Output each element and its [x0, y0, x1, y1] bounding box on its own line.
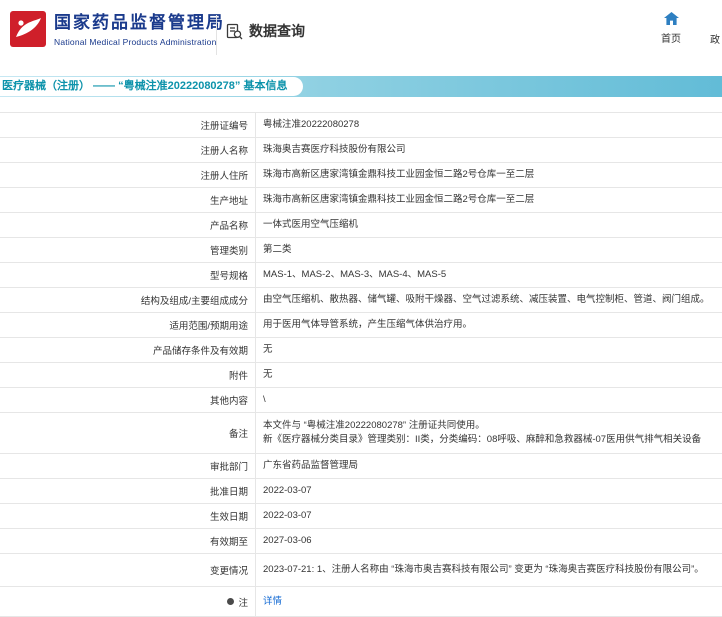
logo[interactable]: 国家药品监督管理局 National Medical Products Admi… [10, 11, 225, 47]
table-row: 注册人名称 珠海奥吉赛医疗科技股份有限公司 [0, 138, 722, 163]
site-title: 国家药品监督管理局 [54, 13, 225, 32]
table-row: 审批部门 广东省药品监督管理局 [0, 454, 722, 479]
row-label: 其他内容 [0, 388, 256, 412]
row-value: 一体式医用空气压缩机 [263, 219, 359, 230]
table-row-remark: 备注 本文件与 “粤械注准20222080278” 注册证共同使用。 新《医疗器… [0, 413, 722, 454]
nav-home-label: 首页 [661, 34, 681, 45]
nav-item-partial[interactable]: 政 [710, 31, 720, 46]
row-value: 第二类 [263, 244, 292, 255]
table-row: 产品储存条件及有效期 无 [0, 338, 722, 363]
row-label: 型号规格 [0, 263, 256, 287]
header-divider [216, 15, 217, 55]
table-row-note: 注 详情 [0, 587, 722, 617]
table-row: 管理类别 第二类 [0, 238, 722, 263]
row-value: 2022-03-07 [263, 485, 312, 496]
row-value: \ [263, 394, 266, 405]
row-label: 附件 [0, 363, 256, 387]
row-value: 2027-03-06 [263, 535, 312, 546]
row-label: 注册人住所 [0, 163, 256, 187]
row-value: 粤械注准20222080278 [263, 119, 360, 130]
table-row: 注册人住所 珠海市高新区唐家湾镇金鼎科技工业园金恒二路2号仓库一至二层 [0, 163, 722, 188]
row-label: 生效日期 [0, 504, 256, 528]
table-row: 批准日期 2022-03-07 [0, 479, 722, 504]
row-value: 2022-03-07 [263, 510, 312, 521]
row-label: 注册证编号 [0, 113, 256, 137]
row-value: 由空气压缩机、散热器、储气罐、吸附干燥器、空气过滤系统、减压装置、电气控制柜、管… [263, 294, 710, 305]
row-label: 有效期至 [0, 529, 256, 553]
row-value: 无 [263, 344, 273, 355]
table-row: 有效期至 2027-03-06 [0, 529, 722, 554]
table-row: 注册证编号 粤械注准20222080278 [0, 113, 722, 138]
row-value: 珠海市高新区唐家湾镇金鼎科技工业园金恒二路2号仓库一至二层 [263, 194, 535, 205]
row-label: 产品名称 [0, 213, 256, 237]
row-label: 注 [0, 587, 256, 616]
site-subtitle: National Medical Products Administration [54, 37, 217, 47]
row-label: 审批部门 [0, 454, 256, 478]
row-label: 变更情况 [0, 554, 256, 586]
row-label: 备注 [0, 413, 256, 453]
table-row: 附件 无 [0, 363, 722, 388]
data-query-label: 数据查询 [249, 23, 305, 39]
row-label: 批准日期 [0, 479, 256, 503]
row-label: 产品储存条件及有效期 [0, 338, 256, 362]
table-row: 生产地址 珠海市高新区唐家湾镇金鼎科技工业园金恒二路2号仓库一至二层 [0, 188, 722, 213]
row-value: 广东省药品监督管理局 [263, 460, 359, 471]
row-value: 2023-07-21: 1、注册人名称由 “珠海市奥吉赛科技有限公司” 变更为 … [263, 564, 704, 575]
table-row: 生效日期 2022-03-07 [0, 504, 722, 529]
table-row: 产品名称 一体式医用空气压缩机 [0, 213, 722, 238]
data-query-tab[interactable]: 数据查询 [226, 21, 305, 41]
document-search-icon [226, 23, 243, 40]
row-value: 珠海奥吉赛医疗科技股份有限公司 [263, 144, 406, 155]
table-row: 其他内容 \ [0, 388, 722, 413]
table-row: 结构及组成/主要组成成分 由空气压缩机、散热器、储气罐、吸附干燥器、空气过滤系统… [0, 288, 722, 313]
row-label: 结构及组成/主要组成成分 [0, 288, 256, 312]
title-banner: 医疗器械（注册） —— “粤械注准20222080278” 基本信息 [0, 76, 722, 97]
table-row-changes: 变更情况 2023-07-21: 1、注册人名称由 “珠海市奥吉赛科技有限公司”… [0, 554, 722, 587]
row-label-text: 注 [238, 597, 248, 609]
row-value: 无 [263, 369, 273, 380]
row-value: 详情 [256, 587, 722, 616]
row-value: 用于医用气体导管系统，产生压缩气体供治疗用。 [263, 319, 473, 330]
registration-detail-table: 注册证编号 粤械注准20222080278 注册人名称 珠海奥吉赛医疗科技股份有… [0, 112, 722, 617]
row-label: 生产地址 [0, 188, 256, 212]
logo-titles: 国家药品监督管理局 National Medical Products Admi… [54, 11, 225, 47]
row-value: 本文件与 “粤械注准20222080278” 注册证共同使用。 新《医疗器械分类… [263, 420, 702, 445]
detail-link[interactable]: 详情 [263, 595, 282, 609]
page-header: 国家药品监督管理局 National Medical Products Admi… [0, 0, 722, 76]
row-label: 管理类别 [0, 238, 256, 262]
table-row: 型号规格 MAS-1、MAS-2、MAS-3、MAS-4、MAS-5 [0, 263, 722, 288]
table-row: 适用范围/预期用途 用于医用气体导管系统，产生压缩气体供治疗用。 [0, 313, 722, 338]
row-label: 注册人名称 [0, 138, 256, 162]
home-icon [663, 12, 679, 26]
nmpa-emblem-icon [10, 11, 46, 47]
row-label: 适用范围/预期用途 [0, 313, 256, 337]
row-value: MAS-1、MAS-2、MAS-3、MAS-4、MAS-5 [263, 269, 447, 280]
row-value: 珠海市高新区唐家湾镇金鼎科技工业园金恒二路2号仓库一至二层 [263, 169, 535, 180]
nav-home[interactable]: 首页 [656, 12, 686, 45]
page-title: 医疗器械（注册） —— “粤械注准20222080278” 基本信息 [0, 77, 304, 96]
note-bullet-icon [227, 598, 235, 605]
